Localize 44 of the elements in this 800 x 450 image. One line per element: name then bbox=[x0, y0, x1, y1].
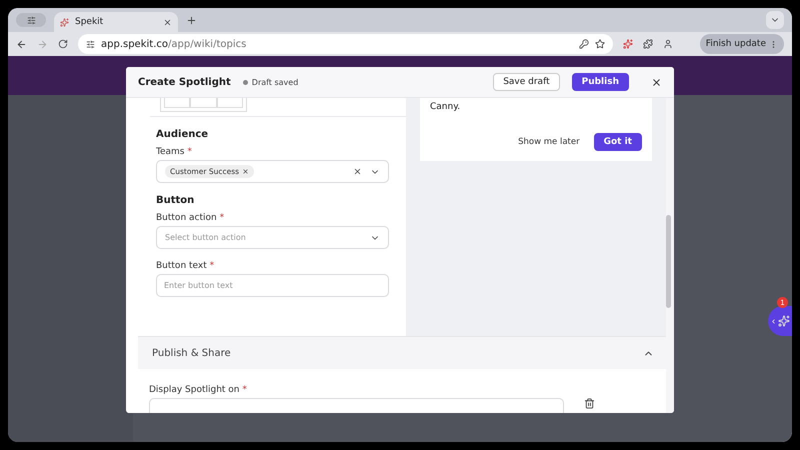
chevron-left-icon bbox=[770, 318, 777, 324]
star-icon[interactable] bbox=[595, 39, 605, 49]
field-label: Teams * bbox=[156, 147, 193, 157]
required-mark: * bbox=[187, 147, 192, 157]
close-icon bbox=[163, 18, 172, 26]
remove-icon[interactable] bbox=[242, 168, 250, 175]
clear-icon[interactable] bbox=[353, 167, 362, 176]
sparkle-icon bbox=[60, 18, 69, 26]
field-label: Display Spotlight on * bbox=[149, 385, 248, 395]
publish-button[interactable]: Publish bbox=[572, 73, 629, 91]
close-button[interactable] bbox=[651, 76, 662, 88]
show-me-later-button[interactable]: Show me later bbox=[518, 137, 580, 147]
new-tab-icon[interactable] bbox=[186, 14, 197, 26]
section-heading: Audience bbox=[156, 129, 210, 140]
site-settings-icon bbox=[86, 40, 95, 48]
field-label: Button action * bbox=[156, 213, 226, 223]
tab-search-button[interactable] bbox=[16, 13, 46, 27]
field-label: Button text * bbox=[156, 261, 216, 271]
browser-tab[interactable]: Spekit bbox=[54, 12, 178, 32]
update-label: Finish update bbox=[706, 39, 766, 49]
required-mark: * bbox=[242, 385, 247, 395]
finish-update-button[interactable]: Finish update bbox=[700, 34, 784, 54]
button-text-input[interactable]: Enter button text bbox=[156, 274, 389, 297]
draft-status: Draft saved bbox=[242, 78, 298, 86]
sparkle-icon bbox=[778, 315, 790, 327]
puzzle-icon[interactable] bbox=[643, 39, 653, 49]
trash-icon[interactable] bbox=[584, 398, 595, 409]
assistant-widget[interactable] bbox=[768, 306, 792, 336]
dialog-title: Create Spotlight bbox=[138, 76, 231, 88]
got-it-button[interactable]: Got it bbox=[594, 133, 642, 151]
key-icon[interactable] bbox=[579, 39, 589, 49]
extension-icon[interactable] bbox=[623, 39, 633, 49]
section-header[interactable]: Publish & Share bbox=[138, 336, 666, 369]
required-mark: * bbox=[220, 213, 224, 223]
back-icon[interactable] bbox=[16, 38, 27, 50]
required-mark: * bbox=[210, 261, 214, 271]
section-heading: Button bbox=[156, 195, 196, 206]
preview-text: Canny. bbox=[430, 102, 462, 112]
reload-icon[interactable] bbox=[58, 39, 68, 49]
save-draft-button[interactable]: Save draft bbox=[493, 73, 560, 91]
address-bar[interactable]: app.spekit.co/app/wiki/topics bbox=[78, 34, 613, 54]
section-title: Publish & Share bbox=[152, 348, 231, 358]
profile-icon[interactable] bbox=[663, 39, 673, 49]
tab-icon bbox=[26, 16, 36, 24]
